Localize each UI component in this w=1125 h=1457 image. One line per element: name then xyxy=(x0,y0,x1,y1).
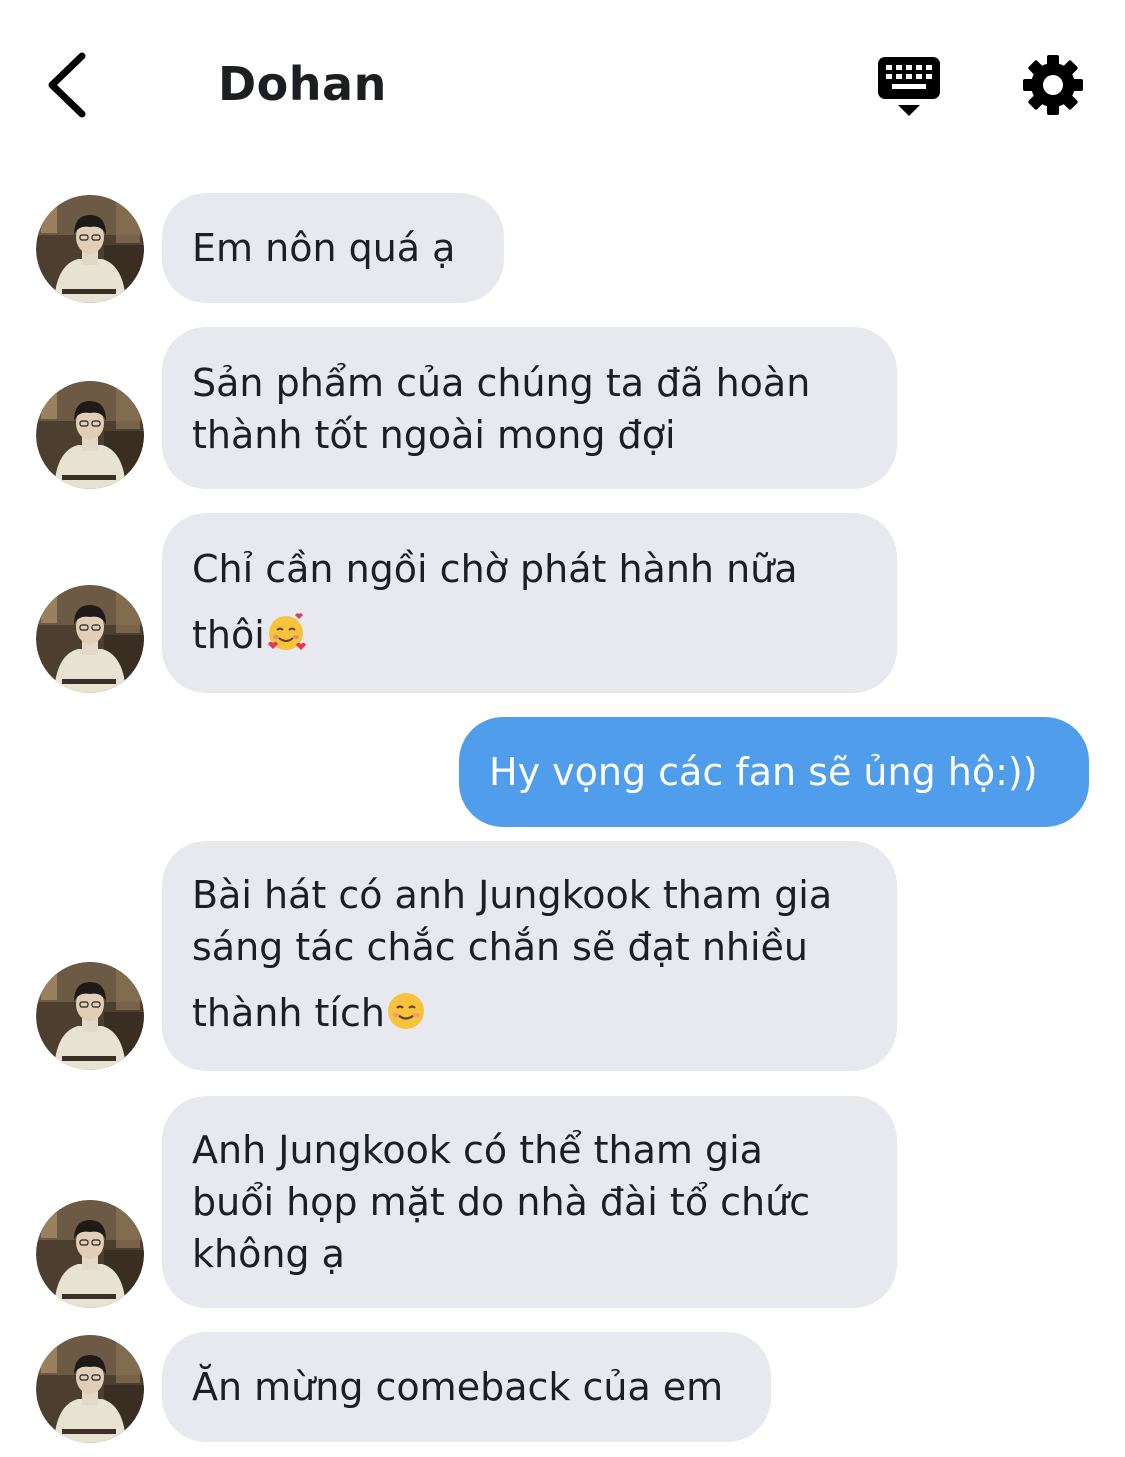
contact-avatar[interactable] xyxy=(36,1335,144,1443)
message-bubble-incoming[interactable]: Anh Jungkook có thể tham gia buổi họp mặ… xyxy=(162,1096,897,1308)
message-bubble-outgoing[interactable]: Hy vọng các fan sẽ ủng hộ:)) xyxy=(459,717,1089,827)
contact-avatar[interactable] xyxy=(36,585,144,693)
gear-icon xyxy=(1023,55,1083,115)
smiling-face-with-hearts-icon xyxy=(267,613,306,650)
message-text: thành tốt ngoài mong đợi xyxy=(192,413,676,457)
contact-avatar[interactable] xyxy=(36,962,144,1070)
chat-header: Dohan xyxy=(0,0,1125,170)
message-bubble-incoming[interactable]: Ăn mừng comeback của em xyxy=(162,1332,771,1442)
message-text: sáng tác chắc chắn sẽ đạt nhiều xyxy=(192,925,809,969)
conversation-title: Dohan xyxy=(218,57,387,111)
message-text: Chỉ cần ngồi chờ phát hành nữa xyxy=(192,547,798,591)
message-text: thôi xyxy=(192,613,265,657)
message-text: Hy vọng các fan sẽ ủng hộ:)) xyxy=(489,750,1038,794)
settings-button[interactable] xyxy=(1021,53,1085,117)
message-text: buổi họp mặt do nhà đài tổ chức xyxy=(192,1180,811,1224)
contact-avatar[interactable] xyxy=(36,381,144,489)
keyboard-icon xyxy=(878,57,940,116)
message-text: Bài hát có anh Jungkook tham gia xyxy=(192,873,833,917)
message-text: Anh Jungkook có thể tham gia xyxy=(192,1128,763,1172)
keyboard-button[interactable] xyxy=(876,55,942,119)
message-bubble-incoming[interactable]: Chỉ cần ngồi chờ phát hành nữa thôi xyxy=(162,513,897,693)
message-text: thành tích xyxy=(192,991,385,1035)
contact-avatar[interactable] xyxy=(36,1200,144,1308)
message-bubble-incoming[interactable]: Bài hát có anh Jungkook tham gia sáng tá… xyxy=(162,841,897,1071)
message-bubble-incoming[interactable]: Sản phẩm của chúng ta đã hoàn thành tốt … xyxy=(162,327,897,489)
message-text: Em nôn quá ạ xyxy=(192,226,456,270)
chevron-left-icon xyxy=(48,52,86,118)
contact-avatar[interactable] xyxy=(36,195,144,303)
back-button[interactable] xyxy=(38,50,98,120)
message-bubble-incoming[interactable]: Em nôn quá ạ xyxy=(162,193,504,303)
message-text: Ăn mừng comeback của em xyxy=(192,1365,724,1409)
message-text: không ạ xyxy=(192,1232,345,1276)
smiling-face-icon xyxy=(387,993,424,1029)
message-text: Sản phẩm của chúng ta đã hoàn xyxy=(192,361,811,405)
